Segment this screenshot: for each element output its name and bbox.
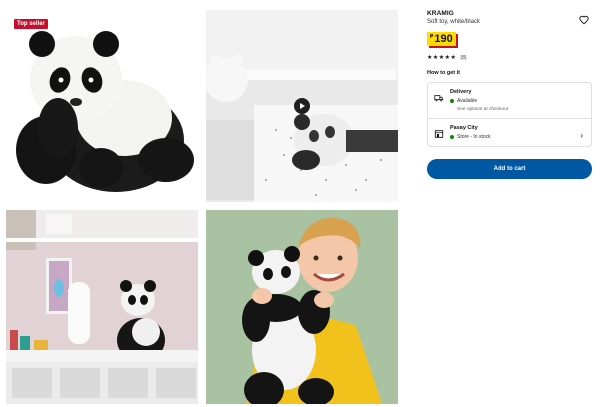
how-to-get-it-heading: How to get it <box>427 70 460 76</box>
delivery-title: Delivery <box>450 89 472 95</box>
product-gallery: Top seller <box>6 10 398 404</box>
delivery-status: Available <box>450 98 508 104</box>
store-option[interactable]: Pasay City Store - In stock › <box>428 118 591 146</box>
availability-box: Delivery Available See options at checko… <box>427 82 592 147</box>
in-stock-dot-icon <box>450 99 454 103</box>
price-value: 190 <box>434 33 453 45</box>
product-video-thumbnail[interactable] <box>206 10 398 202</box>
store-icon <box>434 126 444 138</box>
favourite-heart-icon[interactable] <box>579 12 589 25</box>
product-image-main[interactable]: Top seller <box>6 10 198 202</box>
store-status: Store - In stock <box>450 134 491 140</box>
product-name: KRAMIG <box>427 10 454 17</box>
rating-stars-icon: ★★★★★ <box>427 55 457 61</box>
product-image-child[interactable] <box>206 210 398 404</box>
add-to-cart-button[interactable]: Add to cart <box>427 159 592 179</box>
play-video-button[interactable] <box>294 98 310 114</box>
rating[interactable]: ★★★★★ (8) <box>427 54 593 62</box>
delivery-status-text: Available <box>457 98 478 104</box>
store-status-text: Store - In stock <box>457 134 491 140</box>
product-description: Soft toy, white/black <box>427 19 480 25</box>
panda-plush-image <box>6 10 198 202</box>
rating-count: (8) <box>460 54 467 61</box>
shelf-scene-image <box>6 210 198 404</box>
play-icon <box>300 103 305 109</box>
chevron-right-icon: › <box>580 131 583 140</box>
price-tag: ₱190 <box>427 32 456 46</box>
product-info-panel: KRAMIG Soft toy, white/black ₱190 ★★★★★ … <box>427 10 593 179</box>
product-image-shelf[interactable] <box>6 210 198 404</box>
delivery-option: Delivery Available See options at checko… <box>428 83 591 118</box>
in-stock-dot-icon <box>450 135 454 139</box>
delivery-note: See options at checkout <box>457 107 509 112</box>
child-holding-panda-image <box>206 210 398 404</box>
top-seller-badge: Top seller <box>14 19 48 29</box>
store-title: Pasay City <box>450 125 478 131</box>
truck-icon <box>434 90 444 102</box>
currency-symbol: ₱ <box>430 34 434 40</box>
